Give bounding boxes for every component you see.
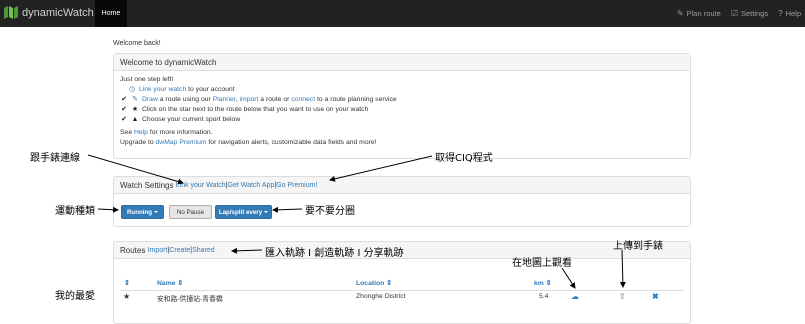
annotation-split: 要不要分圈 bbox=[305, 206, 355, 217]
shared-routes-link[interactable]: Shared bbox=[192, 247, 215, 254]
nav-plan-route[interactable]: ✎ Plan route bbox=[677, 9, 721, 18]
go-premium-link[interactable]: Go Premium! bbox=[276, 182, 317, 189]
watch-settings-heading: Watch Settings Link your Watch | Get Wat… bbox=[114, 177, 690, 194]
link-your-watch-link[interactable]: Link your Watch bbox=[176, 182, 226, 189]
welcome-panel: Welcome to dynamicWatch Just one step le… bbox=[113, 53, 691, 159]
help-line: See Help for more information. bbox=[120, 128, 684, 138]
import-route-link[interactable]: Import bbox=[148, 247, 168, 254]
nav-home[interactable]: Home bbox=[95, 0, 127, 27]
route-location: Zhonghe District bbox=[356, 293, 406, 300]
nav-settings[interactable]: ☑ Settings bbox=[731, 9, 768, 18]
edit-icon: ✎ bbox=[132, 96, 138, 103]
sort-star-column[interactable]: ⇕ bbox=[124, 279, 130, 287]
road-icon: ▲ bbox=[131, 116, 139, 123]
routes-title: Routes bbox=[120, 245, 146, 255]
annotation-upload: 上傳到手錶 bbox=[613, 241, 663, 252]
top-navbar: dynamicWatch Home ✎ Plan route ☑ Setting… bbox=[0, 0, 805, 27]
step1-text: to your account bbox=[186, 86, 235, 93]
annotation-link-watch: 跟手錶連線 bbox=[30, 153, 80, 164]
favorite-star-icon[interactable]: ★ bbox=[123, 292, 130, 301]
nav-right-menu: ✎ Plan route ☑ Settings ? Help bbox=[677, 0, 801, 27]
intro-text: Just one step left! bbox=[120, 76, 174, 83]
annotation-ciq: 取得CIQ程式 bbox=[435, 153, 493, 164]
create-route-link[interactable]: Create bbox=[169, 247, 190, 254]
nav-settings-label: Settings bbox=[741, 9, 769, 18]
annotation-view-map: 在地圖上觀看 bbox=[512, 258, 572, 269]
watch-settings-panel: Watch Settings Link your Watch | Get Wat… bbox=[113, 176, 691, 227]
step4-text: Choose your current sport below bbox=[142, 116, 241, 123]
annotation-favorite: 我的最愛 bbox=[55, 291, 95, 302]
check-icon: ✔ bbox=[121, 106, 127, 113]
step-link-watch: ◷ Link your watch to your account bbox=[120, 85, 684, 95]
planner-link[interactable]: Planner bbox=[213, 96, 236, 103]
step3-text: Click on the star next to the route belo… bbox=[142, 106, 369, 113]
annotation-sport: 運動種類 bbox=[55, 206, 95, 217]
upgrade-text-c: for navigation alerts, customizable data… bbox=[206, 139, 377, 146]
table-divider bbox=[120, 290, 684, 291]
brand[interactable]: dynamicWatch bbox=[4, 6, 94, 19]
step-star-route: ✔ ★ Click on the star next to the route … bbox=[120, 105, 684, 115]
help-link[interactable]: Help bbox=[134, 129, 148, 136]
nav-plan-route-label: Plan route bbox=[686, 9, 721, 18]
checkbox-icon: ☑ bbox=[730, 9, 738, 18]
draw-link[interactable]: Draw bbox=[142, 96, 158, 103]
caret-down-icon bbox=[154, 211, 159, 213]
connect-link[interactable]: connect bbox=[291, 96, 315, 103]
watch-settings-title: Watch Settings bbox=[120, 180, 174, 190]
premium-link[interactable]: dwMap Premium bbox=[156, 139, 207, 146]
route-name[interactable]: 安和路-供撞站-青春橋 bbox=[157, 293, 223, 303]
edit-icon: ✎ bbox=[676, 9, 684, 18]
welcome-back-text: Welcome back! bbox=[113, 40, 161, 47]
brand-name: dynamicWatch bbox=[22, 6, 94, 19]
nav-help-label: Help bbox=[785, 9, 801, 18]
import-link[interactable]: import bbox=[240, 96, 259, 103]
help-text-c: for more information. bbox=[147, 129, 213, 136]
sport-dropdown-button[interactable]: Running bbox=[121, 205, 164, 219]
question-icon: ? bbox=[778, 9, 783, 18]
pause-toggle-button[interactable]: No Pause bbox=[169, 205, 212, 219]
step2-text-f: a route or bbox=[258, 96, 292, 103]
step2-text-b: a route using our bbox=[157, 96, 213, 103]
map-logo-icon bbox=[4, 6, 18, 19]
table-row: ★ 安和路-供撞站-青春橋 Zhonghe District 5.4 ☁ ⇪ ✖ bbox=[114, 292, 690, 305]
name-column-header[interactable]: Name ⇕ bbox=[157, 279, 183, 287]
lap-button-label: Lap/split every bbox=[218, 208, 263, 216]
delete-route-icon[interactable]: ✖ bbox=[652, 292, 659, 301]
sport-button-label: Running bbox=[126, 208, 153, 216]
upgrade-text-a: Upgrade to bbox=[120, 139, 156, 146]
clock-icon: ◷ bbox=[128, 86, 136, 93]
welcome-panel-title: Welcome to dynamicWatch bbox=[114, 54, 690, 71]
location-column-header[interactable]: Location ⇕ bbox=[356, 279, 392, 287]
step-draw-route: ✔ ✎ Draw a route using our Planner, impo… bbox=[120, 95, 684, 105]
upload-to-watch-icon[interactable]: ⇪ bbox=[619, 292, 626, 301]
help-text-a: See bbox=[120, 129, 134, 136]
star-icon: ★ bbox=[131, 106, 139, 113]
nav-help[interactable]: ? Help bbox=[778, 9, 801, 18]
check-icon: ✔ bbox=[121, 96, 127, 103]
step-choose-sport: ✔ ▲ Choose your current sport below bbox=[120, 115, 684, 125]
route-distance: 5.4 bbox=[539, 293, 549, 300]
upgrade-line: Upgrade to dwMap Premium for navigation … bbox=[120, 138, 684, 148]
annotation-import-create-share: 匯入軌跡 I 創造軌跡 I 分享軌跡 bbox=[265, 248, 404, 259]
get-watch-app-link[interactable]: Get Watch App bbox=[228, 182, 275, 189]
km-column-header[interactable]: km ⇕ bbox=[534, 279, 551, 287]
lap-split-dropdown-button[interactable]: Lap/split every bbox=[215, 205, 272, 219]
cloud-view-map-icon[interactable]: ☁ bbox=[571, 292, 579, 301]
step2-text-h: to a route planning service bbox=[315, 96, 397, 103]
check-icon: ✔ bbox=[121, 116, 127, 123]
link-watch-link[interactable]: Link your watch bbox=[139, 86, 186, 93]
caret-down-icon bbox=[264, 211, 269, 213]
